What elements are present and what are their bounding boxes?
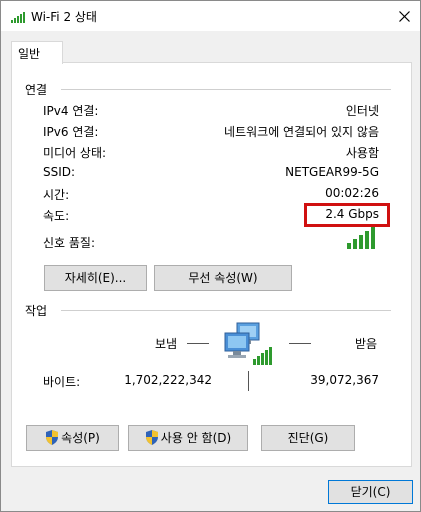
close-window-button[interactable] — [390, 3, 418, 29]
connection-group-title: 연결 — [25, 83, 48, 97]
diagnose-button[interactable]: 진단(G) — [261, 425, 355, 451]
details-button[interactable]: 자세히(E)... — [44, 265, 147, 291]
ssid-label: SSID: — [43, 165, 76, 179]
network-computers-icon — [224, 322, 272, 365]
media-state-value: 사용함 — [345, 146, 379, 160]
ipv6-value: 네트워크에 연결되어 있지 않음 — [224, 125, 379, 139]
speed-highlight-box — [304, 203, 390, 227]
disable-label: 사용 안 함(D) — [160, 431, 232, 445]
status-window: Wi-Fi 2 상태 일반 연결 IPv4 연결: 인터넷 IPv6 연결: 네… — [0, 0, 421, 512]
close-icon — [399, 11, 410, 22]
wifi-signal-icon — [11, 12, 25, 23]
shield-icon — [46, 430, 59, 445]
activity-group-title: 작업 — [25, 304, 48, 318]
window-title: Wi-Fi 2 상태 — [31, 10, 97, 24]
bytes-divider — [248, 371, 249, 391]
ipv4-label: IPv4 연결: — [43, 104, 99, 118]
tab-general-label: 일반 — [18, 47, 41, 61]
duration-value: 00:02:26 — [325, 186, 379, 200]
media-state-label: 미디어 상태: — [43, 146, 107, 160]
activity-group-divider — [61, 310, 391, 311]
properties-button[interactable]: 속성(P) — [26, 425, 119, 451]
signal-quality-label: 신호 품질: — [43, 236, 96, 250]
properties-label: 속성(P) — [61, 431, 100, 445]
tab-general[interactable]: 일반 — [11, 41, 63, 64]
sent-label: 보냄 — [155, 337, 178, 351]
signal-strength-icon — [347, 227, 375, 249]
received-dash — [289, 343, 311, 344]
duration-label: 시간: — [43, 188, 70, 202]
title-bar: Wi-Fi 2 상태 — [1, 1, 420, 31]
close-button[interactable]: 닫기(C) — [328, 480, 413, 504]
connection-group-divider — [61, 89, 391, 90]
wireless-properties-button[interactable]: 무선 속성(W) — [154, 265, 292, 291]
received-label: 받음 — [355, 337, 378, 351]
received-bytes-value: 39,072,367 — [310, 373, 379, 387]
ipv4-value: 인터넷 — [345, 104, 379, 118]
speed-label: 속도: — [43, 209, 70, 223]
disable-button[interactable]: 사용 안 함(D) — [128, 425, 248, 451]
bytes-label: 바이트: — [43, 375, 81, 389]
ssid-value: NETGEAR99-5G — [285, 165, 379, 179]
shield-icon — [145, 430, 158, 445]
ipv6-label: IPv6 연결: — [43, 125, 99, 139]
sent-dash — [187, 343, 209, 344]
sent-bytes-value: 1,702,222,342 — [124, 373, 212, 387]
